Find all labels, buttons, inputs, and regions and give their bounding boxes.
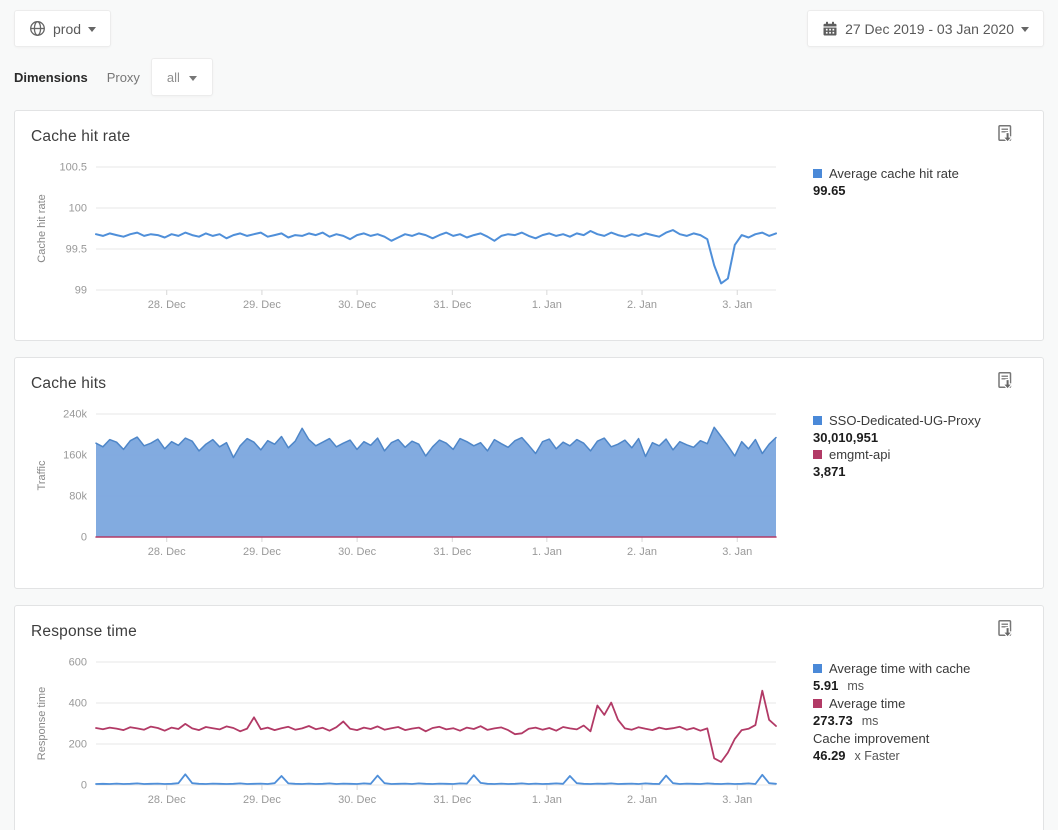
export-report-icon [995,619,1017,641]
svg-text:30. Dec: 30. Dec [338,299,376,311]
cache-hits-panel: Cache hits 240k 160k 80k 0 Traffic 28. Dec 29.… [14,357,1044,589]
svg-text:1. Jan: 1. Jan [532,546,562,558]
svg-text:28. Dec: 28. Dec [148,794,186,806]
svg-text:400: 400 [69,698,87,710]
chart-legend: Average time with cache5.91msAverage tim… [813,660,1039,765]
legend-value: 273.73ms [813,712,1039,730]
svg-text:29. Dec: 29. Dec [243,794,281,806]
svg-text:3. Jan: 3. Jan [722,546,752,558]
chart-canvas: 240k 160k 80k 0 Traffic 28. Dec 29. Dec 30. Dec… [31,404,793,564]
chart-canvas: 100.5 100 99.5 99 Cache hit rate 28. Dec 29. D… [31,157,793,317]
export-report-button[interactable] [995,619,1017,641]
legend-unit: x Faster [855,749,900,763]
chart-legend: SSO-Dedicated-UG-Proxy30,010,951emgmt-ap… [813,412,1039,480]
panel-title: Cache hit rate [31,128,130,146]
legend-swatch [813,416,822,425]
legend-value: 46.29x Faster [813,747,1039,765]
legend-label: Average time [813,695,1039,712]
svg-text:Traffic: Traffic [36,460,48,490]
legend-swatch [813,450,822,459]
dimensions-bar: Dimensions Proxy all [14,58,213,96]
svg-text:100.5: 100.5 [59,162,87,174]
panel-title: Cache hits [31,375,106,393]
svg-text:30. Dec: 30. Dec [338,546,376,558]
legend-unit: ms [862,714,879,728]
svg-text:Response time: Response time [36,687,48,760]
svg-text:0: 0 [81,532,87,544]
export-report-icon [995,371,1017,393]
export-report-button[interactable] [995,124,1017,146]
svg-text:28. Dec: 28. Dec [148,299,186,311]
legend-unit: ms [847,679,864,693]
chevron-down-icon [1021,27,1029,32]
globe-icon [29,20,46,37]
legend-label: SSO-Dedicated-UG-Proxy [813,412,1039,429]
date-range-button[interactable]: 27 Dec 2019 - 03 Jan 2020 [807,10,1044,47]
dimension-proxy-label: Proxy [107,70,140,85]
svg-text:99.5: 99.5 [66,244,87,256]
svg-text:31. Dec: 31. Dec [433,299,471,311]
export-report-button[interactable] [995,371,1017,393]
cache-hits-chart: 240k 160k 80k 0 Traffic 28. Dec 29. Dec 30. Dec… [31,404,793,566]
proxy-filter-dropdown[interactable]: all [151,58,213,96]
dimensions-label: Dimensions [14,70,88,85]
svg-text:2. Jan: 2. Jan [627,794,657,806]
svg-text:600: 600 [69,657,87,669]
chevron-down-icon [189,76,197,81]
svg-text:100: 100 [69,203,87,215]
cache-hit-rate-panel: Cache hit rate 100.5 100 99.5 99 Cache hit r… [14,110,1044,341]
calendar-icon [822,21,838,37]
legend-swatch [813,699,822,708]
legend-label: Average cache hit rate [813,165,1039,182]
svg-text:Cache hit rate: Cache hit rate [36,194,48,262]
environment-label: prod [53,21,81,37]
response-time-chart: 600 400 200 0 Response time 28. Dec 29. Dec 30.… [31,652,793,814]
svg-text:3. Jan: 3. Jan [722,299,752,311]
cache-hit-rate-chart: 100.5 100 99.5 99 Cache hit rate 28. Dec 29. D… [31,157,793,319]
svg-text:31. Dec: 31. Dec [433,546,471,558]
svg-text:28. Dec: 28. Dec [148,546,186,558]
chart-canvas: 600 400 200 0 Response time 28. Dec 29. Dec 30.… [31,652,793,812]
legend-label: Cache improvement [813,730,1039,747]
environment-selector-button[interactable]: prod [14,10,111,47]
svg-text:29. Dec: 29. Dec [243,299,281,311]
legend-swatch [813,169,822,178]
svg-text:3. Jan: 3. Jan [722,794,752,806]
svg-text:200: 200 [69,739,87,751]
legend-swatch [813,664,822,673]
svg-text:31. Dec: 31. Dec [433,794,471,806]
export-report-icon [995,124,1017,146]
legend-value: 5.91ms [813,677,1039,695]
proxy-filter-value: all [167,70,180,85]
svg-text:80k: 80k [69,491,87,503]
svg-text:1. Jan: 1. Jan [532,299,562,311]
legend-value: 3,871 [813,463,1039,480]
svg-text:0: 0 [81,780,87,792]
svg-text:160k: 160k [63,450,87,462]
svg-text:2. Jan: 2. Jan [627,546,657,558]
svg-text:240k: 240k [63,409,87,421]
legend-label: emgmt-api [813,446,1039,463]
date-range-label: 27 Dec 2019 - 03 Jan 2020 [845,21,1014,37]
chart-legend: Average cache hit rate99.65 [813,165,1039,199]
legend-value: 99.65 [813,182,1039,199]
chevron-down-icon [88,27,96,32]
svg-text:99: 99 [75,285,87,297]
response-time-panel: Response time 600 400 200 0 Response time 28.… [14,605,1044,830]
legend-value: 30,010,951 [813,429,1039,446]
svg-text:1. Jan: 1. Jan [532,794,562,806]
legend-label: Average time with cache [813,660,1039,677]
svg-text:30. Dec: 30. Dec [338,794,376,806]
panel-title: Response time [31,623,137,641]
svg-text:2. Jan: 2. Jan [627,299,657,311]
svg-text:29. Dec: 29. Dec [243,546,281,558]
